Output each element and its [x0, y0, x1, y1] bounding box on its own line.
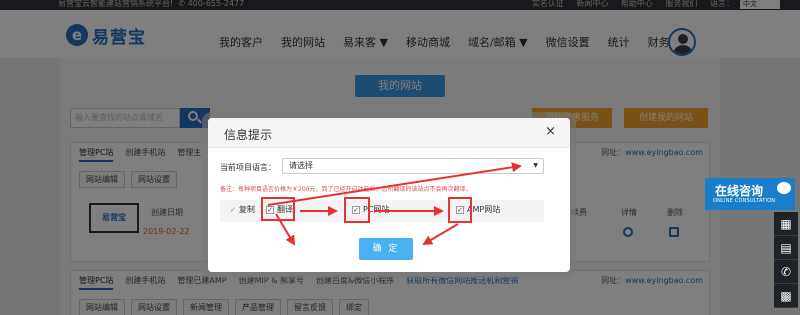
- dialog-title: 信息提示: [224, 128, 273, 142]
- dialog-header: 信息提示 ×: [208, 118, 570, 148]
- option-copy-label: 复制: [238, 205, 255, 214]
- chevron-down-icon: ▼: [533, 162, 538, 169]
- grid-icon[interactable]: ▦: [774, 212, 798, 236]
- info-dialog: 信息提示 × 当前项目语言： 请选择 ▼ 备注：每种项目语言价格为￥200元，到…: [208, 118, 570, 272]
- annotation-box-pc: [344, 197, 370, 223]
- annotation-box-translate: [261, 197, 295, 221]
- pricing-note: 备注：每种项目语言价格为￥200元，到了已经开启功能后，您所翻译的该站点不会再次…: [220, 186, 472, 193]
- copy-check-icon: ✓: [230, 205, 236, 214]
- qrcode-icon[interactable]: ▩: [774, 284, 798, 308]
- chat-bubble-icon: [777, 182, 791, 194]
- consult-subtitle: ONLINE CONSULTATION: [713, 198, 776, 204]
- online-consult-widget[interactable]: 在线咨询 ONLINE CONSULTATION: [705, 178, 795, 210]
- phone-icon[interactable]: ✆: [774, 260, 798, 284]
- chat-icon[interactable]: ▤: [774, 236, 798, 260]
- project-language-value: 请选择: [289, 161, 313, 170]
- close-icon[interactable]: ×: [545, 124, 556, 139]
- project-language-select[interactable]: 请选择 ▼: [282, 158, 544, 174]
- option-copy[interactable]: ✓ 复制: [230, 204, 255, 215]
- project-language-label: 当前项目语言：: [220, 163, 276, 172]
- confirm-button[interactable]: 确 定: [359, 238, 413, 260]
- side-tool-stack: ▦ ▤ ✆ ▩: [774, 212, 798, 308]
- annotation-box-amp: [448, 197, 472, 223]
- consult-title: 在线咨询: [715, 184, 764, 198]
